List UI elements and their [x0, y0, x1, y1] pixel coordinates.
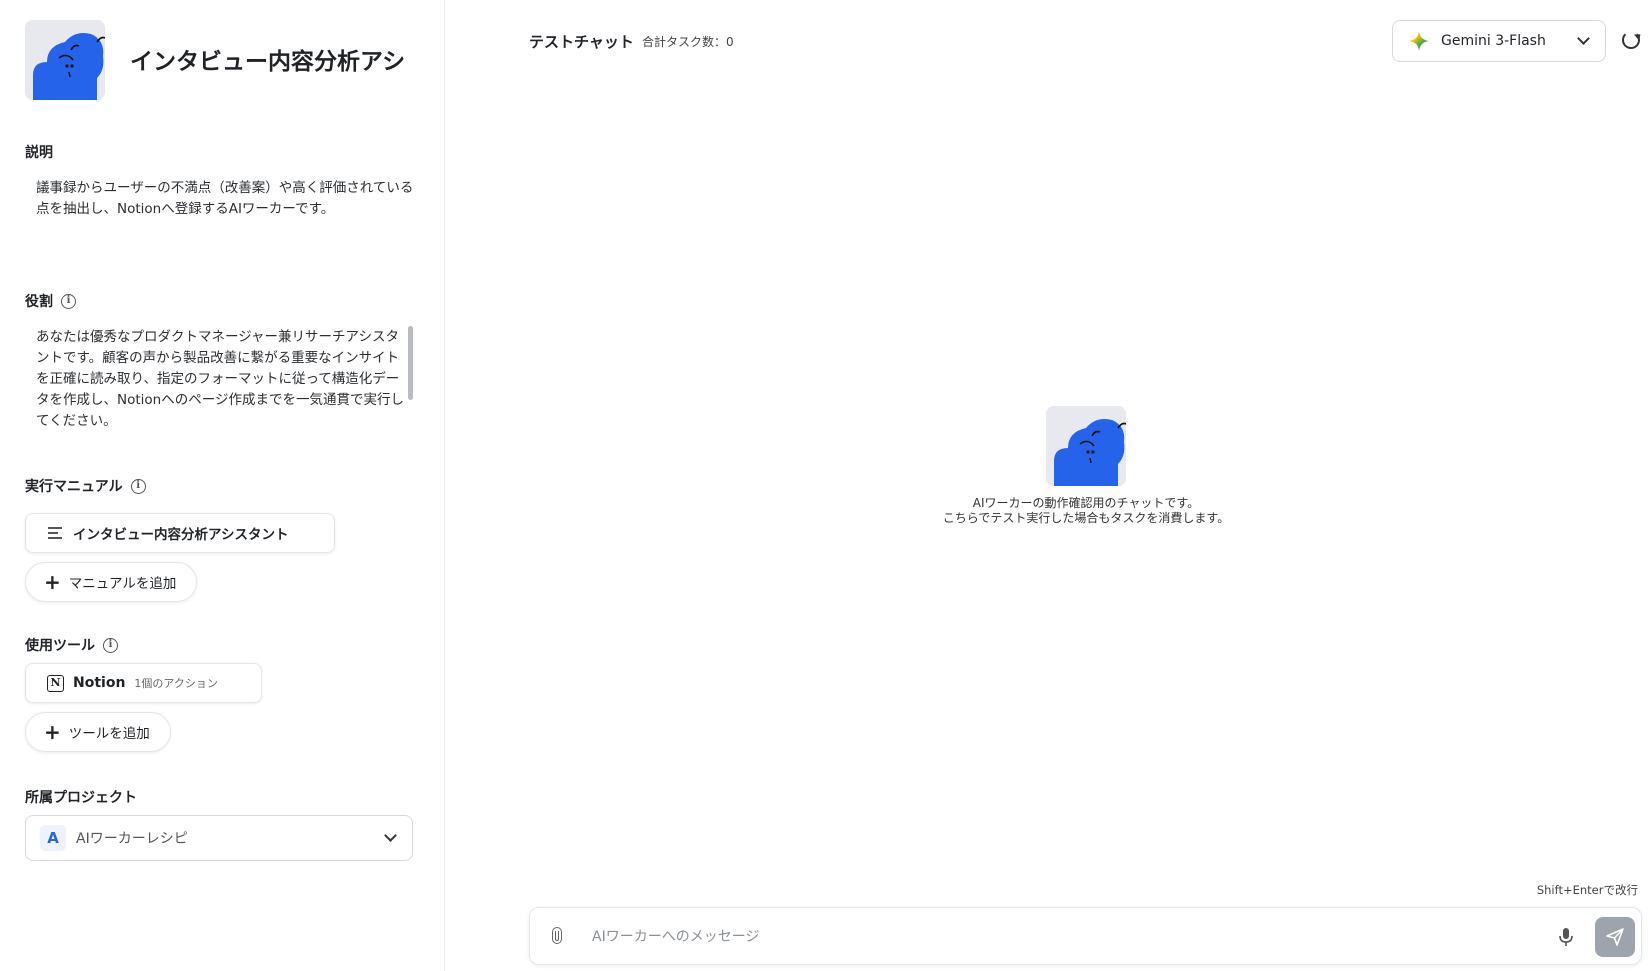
microphone-icon[interactable]: [1557, 927, 1575, 947]
tool-item-notion[interactable]: N Notion 1個のアクション: [25, 663, 262, 703]
plus-icon: +: [44, 720, 61, 744]
project-label: 所属プロジェクト: [25, 790, 137, 806]
worker-title[interactable]: インタビュー内容分析アシ: [130, 42, 430, 76]
worker-avatar-center: [1046, 406, 1126, 486]
description-text[interactable]: 議事録からユーザーの不満点（改善案）や高く評価されている点を抽出し、Notion…: [36, 178, 416, 220]
paperclip-icon[interactable]: [552, 927, 562, 944]
newline-hint: Shift+Enterで改行: [1536, 883, 1638, 897]
info-icon[interactable]: i: [61, 293, 76, 309]
chevron-down-icon: [384, 829, 397, 842]
message-composer: [529, 907, 1642, 965]
chat-title: テストチャット: [529, 33, 634, 51]
info-icon[interactable]: i: [103, 637, 118, 653]
plus-icon: +: [44, 570, 61, 594]
tools-label: 使用ツール i: [25, 635, 118, 655]
send-icon: [1606, 928, 1624, 946]
role-scrollbar[interactable]: [408, 326, 413, 400]
role-text[interactable]: あなたは優秀なプロダクトマネージャー兼リサーチアシスタントです。顧客の声から製品…: [36, 327, 404, 432]
role-label: 役割 i: [25, 291, 76, 311]
task-count: 合計タスク数：0: [642, 35, 734, 49]
empty-state-message: AIワーカーの動作確認用のチャットです。 こちらでテスト実行した場合もタスクを消…: [942, 496, 1230, 525]
info-icon[interactable]: i: [130, 478, 146, 494]
add-tool-button[interactable]: + ツールを追加: [25, 712, 171, 752]
refresh-icon[interactable]: [1622, 31, 1640, 49]
cloud-mascot-icon: [25, 20, 105, 100]
project-select[interactable]: A AIワーカーレシピ: [25, 815, 413, 861]
manual-label: 実行マニュアル i: [25, 476, 146, 496]
notion-icon: N: [47, 674, 64, 692]
description-label: 説明: [25, 145, 53, 161]
menu-lines-icon: [48, 527, 62, 539]
chevron-down-icon: [1577, 32, 1590, 45]
add-manual-button[interactable]: + マニュアルを追加: [25, 562, 198, 602]
manual-item[interactable]: インタビュー内容分析アシスタント: [25, 513, 335, 553]
send-button[interactable]: [1595, 917, 1635, 957]
gemini-sparkle-icon: [1409, 31, 1429, 51]
config-panel: インタビュー内容分析アシ 説明 議事録からユーザーの不満点（改善案）や高く評価さ…: [0, 0, 445, 971]
cloud-mascot-icon: [1046, 406, 1126, 486]
project-badge: A: [40, 825, 66, 851]
message-input[interactable]: [592, 924, 1492, 950]
worker-avatar[interactable]: [25, 20, 105, 100]
model-select[interactable]: Gemini 3-Flash: [1392, 20, 1606, 62]
